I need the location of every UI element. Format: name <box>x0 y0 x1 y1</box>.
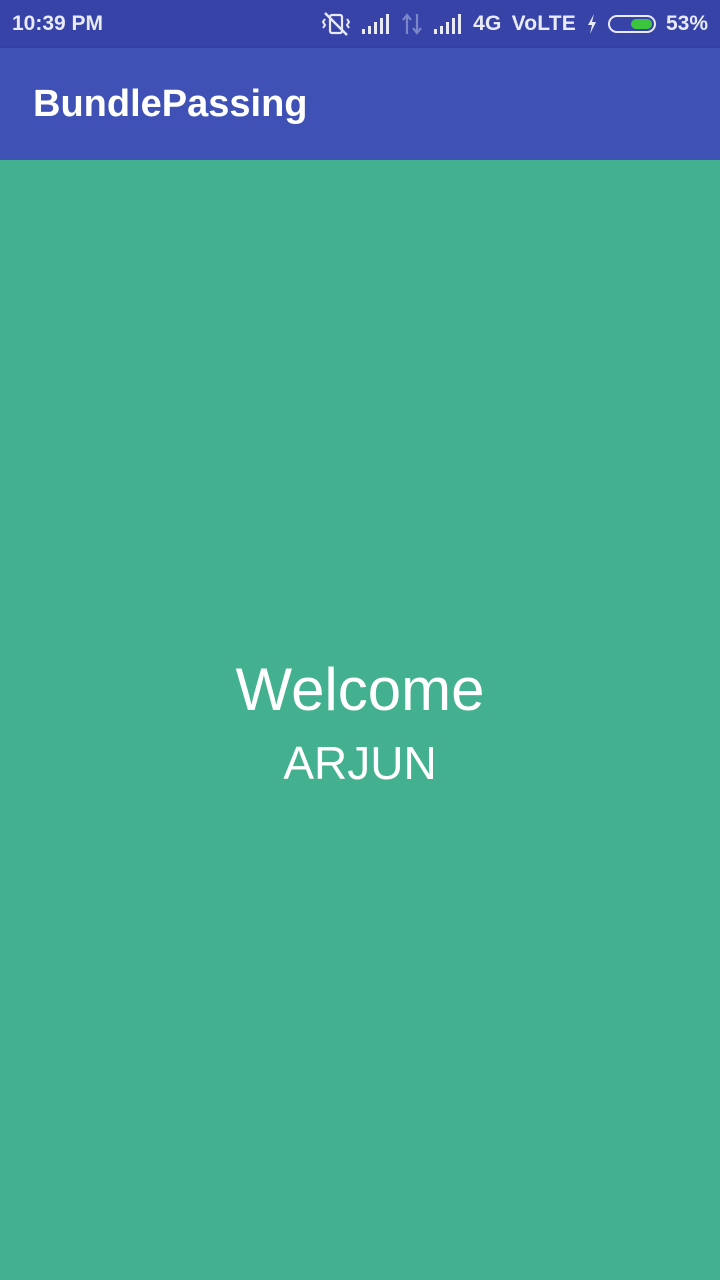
battery-percent: 53% <box>665 12 708 35</box>
signal-icon <box>433 13 463 35</box>
data-activity-icon <box>401 12 423 36</box>
network-type-label: 4G <box>473 12 502 35</box>
volte-label: VoLTE <box>511 12 576 35</box>
app-bar: BundlePassing <box>0 48 720 160</box>
battery-body <box>607 15 656 33</box>
status-icons: 4G VoLTE 53% <box>321 11 708 37</box>
battery-fill <box>630 19 652 29</box>
main-content: Welcome ARJUN <box>0 160 720 1280</box>
charging-icon <box>586 13 598 35</box>
status-bar: 10:39 PM 4G VoLTE 53% <box>0 0 720 48</box>
battery-icon <box>607 15 656 33</box>
signal-icon <box>361 13 391 35</box>
user-name-text: ARJUN <box>283 737 437 789</box>
welcome-text: Welcome <box>235 656 485 723</box>
status-time: 10:39 PM <box>12 12 104 35</box>
vibrate-off-icon <box>321 11 351 37</box>
app-title: BundlePassing <box>33 82 308 125</box>
